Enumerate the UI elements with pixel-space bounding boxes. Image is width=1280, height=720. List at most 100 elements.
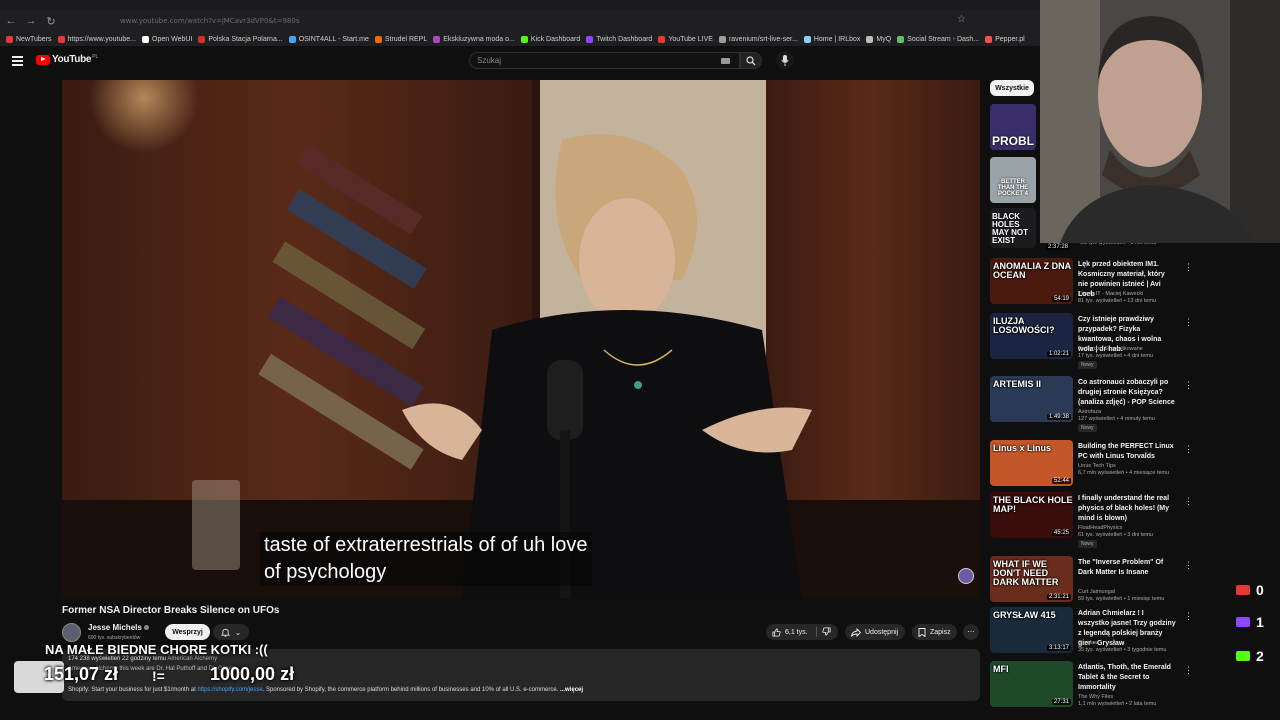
more-vertical-icon[interactable]: ⋮: [1184, 262, 1193, 273]
channel-name[interactable]: Jesse Michels: [88, 623, 149, 632]
youtube-logo[interactable]: YouTube PL: [36, 54, 98, 65]
thumbs-down-icon[interactable]: [822, 625, 831, 638]
recommended-channel[interactable]: Astrofaza: [1078, 409, 1101, 415]
recommended-video[interactable]: THE BLACK HOLE MAP! 45:25 I finally unders…: [990, 492, 1193, 548]
recommended-channel[interactable]: To Bardzo Skomplikowane: [1078, 346, 1143, 352]
bookmark-item[interactable]: OSINT4ALL - Start.me: [288, 35, 369, 43]
recommended-channel[interactable]: Linus Tech Tips: [1078, 463, 1116, 469]
bookmark-item[interactable]: Kick Dashboard: [520, 35, 580, 43]
recommended-thumbnail[interactable]: ARTEMIS II 1:49:38: [990, 376, 1073, 422]
filter-chip-all[interactable]: Wszystkie: [990, 80, 1034, 96]
thumbnail-text: WHAT IF WE DON'T NEED DARK MATTER: [993, 559, 1059, 587]
channel-watermark[interactable]: [958, 568, 974, 584]
recommended-channel[interactable]: The Why Files: [1078, 694, 1113, 700]
more-vertical-icon[interactable]: ⋮: [1184, 611, 1193, 622]
channel-name-text[interactable]: Linus Tech Tips: [1078, 463, 1116, 469]
share-button[interactable]: Udostępnij: [845, 624, 905, 640]
back-icon[interactable]: ←: [2, 12, 20, 30]
more-vertical-icon[interactable]: ⋮: [1184, 560, 1193, 571]
recommended-title[interactable]: I finally understand the real physics of…: [1078, 494, 1176, 524]
voice-search-button[interactable]: [776, 51, 794, 69]
bookmark-item[interactable]: MyQ: [866, 35, 891, 43]
recommended-title[interactable]: Building the PERFECT Linux PC with Linus…: [1078, 442, 1176, 462]
channel-name-text[interactable]: Astrofaza: [1078, 409, 1101, 415]
channel-avatar[interactable]: [62, 623, 81, 642]
channel-name-text[interactable]: Jesse Michels: [88, 623, 142, 632]
channel-name-text[interactable]: FloatHeadPhysics: [1078, 525, 1122, 531]
bookmark-item[interactable]: YouTube LIVE: [658, 35, 713, 43]
keyboard-icon[interactable]: [721, 58, 730, 64]
thumbnail-text: BETTER THAN THE POCKET 4: [997, 179, 1029, 197]
more-vertical-icon[interactable]: ⋮: [1184, 496, 1193, 507]
channel-name-text[interactable]: This Is IT - Maciej Kawecki: [1078, 291, 1143, 297]
forward-icon[interactable]: →: [22, 12, 40, 30]
recommended-thumbnail[interactable]: GRYSŁAW 415 3:13:17: [990, 607, 1073, 653]
video-player[interactable]: taste of extraterrestrials of of uh love…: [62, 80, 980, 598]
search-button[interactable]: [740, 52, 762, 69]
recommended-thumbnail[interactable]: PROBL: [990, 104, 1036, 150]
more-vertical-icon[interactable]: ⋮: [1184, 317, 1193, 328]
support-button[interactable]: Wesprzyj: [165, 624, 210, 640]
recommended-video[interactable]: Linus x Linus 52:44 Building the PERFECT L…: [990, 440, 1193, 495]
channel-name-text[interactable]: The Why Files: [1078, 694, 1113, 700]
recommended-thumbnail[interactable]: BLACK HOLES MAY NOT EXIST: [990, 208, 1036, 248]
recommended-video[interactable]: MFI 27:31 Atlantis, Thoth, the Emerald Tab…: [990, 661, 1193, 716]
recommended-thumbnail[interactable]: BETTER THAN THE POCKET 4: [990, 157, 1036, 203]
recommended-video[interactable]: ILUZJA LOSOWOŚCI? 1:02:21 Czy istnieje pra…: [990, 313, 1193, 369]
recommended-title[interactable]: Co astronauci zobaczyli po drugiej stron…: [1078, 378, 1176, 408]
more-actions-button[interactable]: ⋯: [963, 624, 979, 640]
bookmark-item[interactable]: Home | IRLbox: [803, 35, 860, 43]
more-vertical-icon[interactable]: ⋮: [1184, 444, 1193, 455]
notifications-button[interactable]: ⌄: [213, 624, 249, 640]
save-button[interactable]: Zapisz: [912, 624, 957, 640]
caption-line: of psychology: [264, 561, 387, 583]
reload-icon[interactable]: ↻: [42, 12, 60, 30]
recommended-thumbnail[interactable]: ANOMALIA Z DNA OCEAN 54:19: [990, 258, 1073, 304]
recommended-video[interactable]: WHAT IF WE DON'T NEED DARK MATTER 2:31:21…: [990, 556, 1193, 611]
recommended-video[interactable]: ANOMALIA Z DNA OCEAN 54:19 Lęk przed obiek…: [990, 258, 1193, 313]
recommended-channel[interactable]: Curt Jaimungal: [1078, 589, 1115, 595]
channel-name-text[interactable]: Curt Jaimungal: [1078, 589, 1115, 595]
recommended-meta: 35 tys. wyświetleń • 3 tygodnie temu: [1078, 647, 1167, 653]
bookmark-item[interactable]: Strudel REPL: [374, 35, 427, 43]
recommended-thumbnail[interactable]: ILUZJA LOSOWOŚCI? 1:02:21: [990, 313, 1073, 359]
url-field[interactable]: www.youtube.com/watch?v=jMCavr3dVP0&t=98…: [120, 17, 299, 25]
channel-name-text[interactable]: Grysław: [1078, 640, 1098, 646]
channel-name-text[interactable]: To Bardzo Skomplikowane: [1078, 346, 1143, 352]
bookmark-item[interactable]: Ekskluzywna moda o...: [433, 35, 515, 43]
thumbs-up-icon[interactable]: [772, 627, 781, 637]
recommended-title[interactable]: The "Inverse Problem" Of Dark Matter Is …: [1078, 558, 1176, 578]
video-frame: [62, 80, 980, 598]
bookmark-item[interactable]: Open WebUI: [142, 35, 192, 43]
recommended-thumbnail[interactable]: MFI 27:31: [990, 661, 1073, 707]
recommended-thumbnail[interactable]: WHAT IF WE DON'T NEED DARK MATTER 2:31:21: [990, 556, 1073, 602]
bookmark-item[interactable]: NewTubers: [6, 35, 52, 43]
recommended-channel[interactable]: This Is IT - Maciej Kawecki: [1078, 291, 1143, 297]
bookmark-item[interactable]: https://www.youtube...: [57, 35, 136, 43]
bookmark-item[interactable]: ravenium/srt-live-ser...: [718, 35, 798, 43]
menu-icon[interactable]: [12, 56, 23, 68]
recommended-channel[interactable]: Grysław: [1078, 640, 1098, 646]
bookmark-favicon-icon: [985, 35, 993, 43]
more-vertical-icon[interactable]: ⋮: [1184, 380, 1193, 391]
bookmark-item[interactable]: Pepper.pl: [985, 35, 1025, 43]
search-icon: [746, 55, 756, 65]
recommended-thumbnail[interactable]: Linus x Linus 52:44: [990, 440, 1073, 486]
like-count[interactable]: 6,1 tys.: [785, 629, 808, 636]
recommended-channel[interactable]: FloatHeadPhysics: [1078, 525, 1122, 531]
recommended-title[interactable]: Atlantis, Thoth, the Emerald Tablet & th…: [1078, 663, 1176, 693]
show-more-link[interactable]: ...więcej: [560, 687, 583, 693]
bookmark-item[interactable]: Polska Stacja Polarna...: [198, 35, 283, 43]
sponsor-link[interactable]: https://shopify.com/jesse: [197, 687, 262, 693]
search-input[interactable]: [477, 56, 707, 65]
recommended-thumbnail[interactable]: THE BLACK HOLE MAP! 45:25: [990, 492, 1073, 538]
bookmark-item[interactable]: Twitch Dashboard: [586, 35, 652, 43]
bookmark-favicon-icon: [142, 35, 150, 43]
more-horizontal-icon: ⋯: [967, 629, 975, 636]
more-vertical-icon[interactable]: ⋮: [1184, 665, 1193, 676]
bookmark-favicon-icon: [374, 35, 382, 43]
recommended-video[interactable]: GRYSŁAW 415 3:13:17 Adrian Chmielarz ! I w…: [990, 607, 1193, 662]
recommended-video[interactable]: ARTEMIS II 1:49:38 Co astronauci zobaczyli…: [990, 376, 1193, 432]
bookmark-star-icon[interactable]: ☆: [957, 14, 966, 25]
bookmark-item[interactable]: Social Stream - Dash...: [897, 35, 979, 43]
